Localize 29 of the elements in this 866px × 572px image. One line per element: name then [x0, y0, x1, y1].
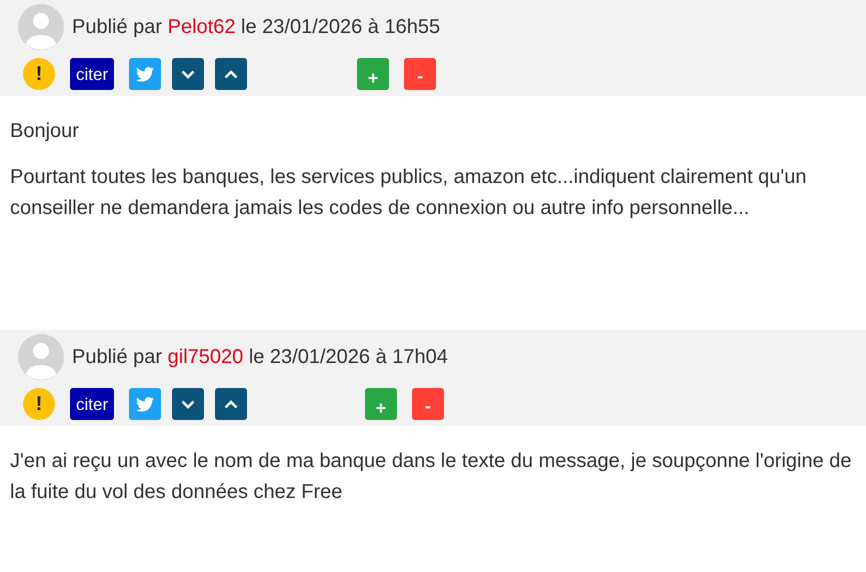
post-paragraph: Pourtant toutes les banques, les services publics, amazon etc...indiquent clairement qu'un conseiller ne demandera jamais les codes de connexion ou autre info personnelle...	[10, 165, 808, 221]
report-button[interactable]: !	[23, 388, 55, 420]
bird-icon	[136, 396, 154, 412]
author-link[interactable]: Pelot62	[168, 16, 236, 38]
upvote-button[interactable]: +	[357, 58, 390, 90]
post-paragraph: Bonjour	[10, 119, 80, 144]
up-button[interactable]	[215, 58, 248, 90]
quote-button[interactable]: citer	[70, 388, 114, 420]
post-paragraph: J'en ai reçu un avec le nom de ma banque dans le texte du message, je soupçonne l'origine de la fuite du vol des données chez Free	[10, 449, 853, 505]
author-link[interactable]: gil75020	[168, 346, 244, 368]
post-byline: Publié par Pelot62 le 23/01/2026 à 16h55	[72, 15, 440, 40]
bird-icon	[136, 66, 154, 82]
down-button[interactable]	[172, 58, 204, 90]
down-button[interactable]	[172, 388, 204, 420]
avatar-icon	[18, 4, 64, 50]
report-button[interactable]: !	[23, 58, 55, 90]
chevron-down-icon	[181, 70, 196, 78]
post-byline: Publié par gil75020 le 23/01/2026 à 17h04	[72, 345, 448, 370]
twitter-button[interactable]	[129, 388, 162, 420]
chevron-down-icon	[181, 400, 196, 408]
up-button[interactable]	[215, 388, 248, 420]
chevron-up-icon	[224, 70, 238, 78]
quote-button[interactable]: citer	[70, 58, 114, 90]
downvote-button[interactable]: -	[412, 388, 444, 420]
upvote-button[interactable]: +	[364, 388, 397, 420]
twitter-button[interactable]	[129, 58, 162, 90]
avatar-icon	[18, 334, 64, 380]
downvote-button[interactable]: -	[404, 58, 436, 90]
chevron-up-icon	[224, 400, 238, 408]
